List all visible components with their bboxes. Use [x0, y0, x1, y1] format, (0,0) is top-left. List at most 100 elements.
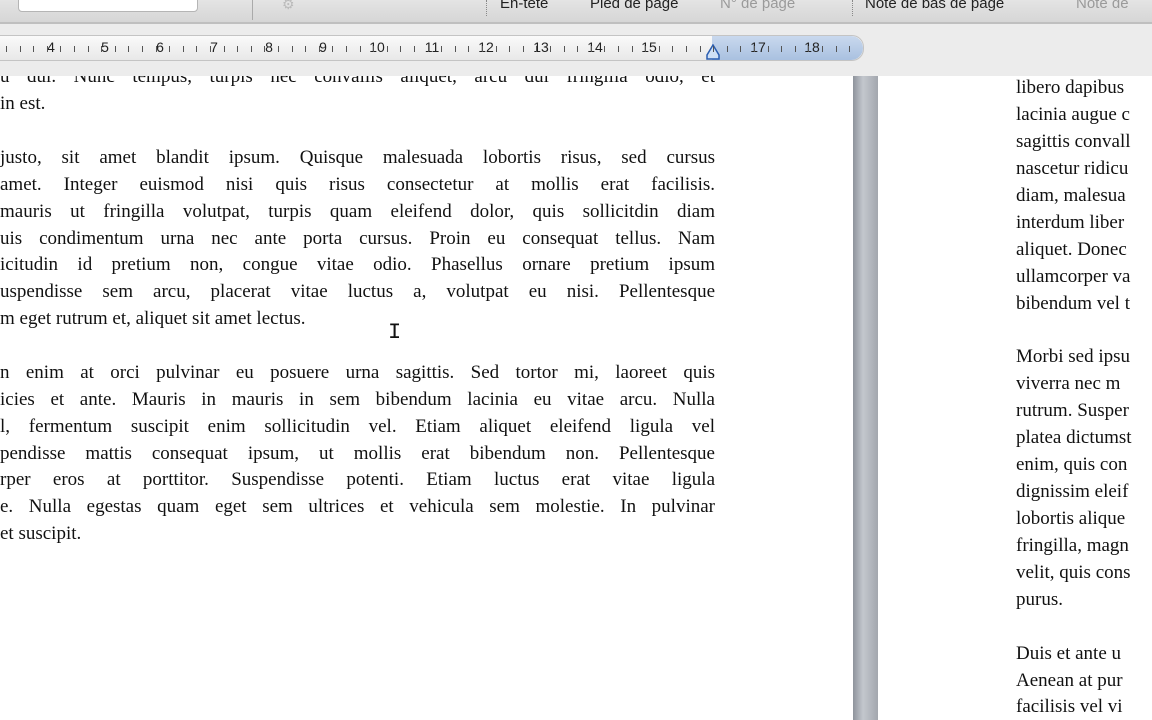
text-line: velit, quis cons	[1016, 562, 1131, 583]
ruler-tick	[781, 46, 783, 52]
ruler-tick	[631, 46, 633, 52]
ruler-tick	[495, 46, 497, 52]
ruler-tick	[318, 46, 320, 52]
ruler-tick	[19, 46, 21, 52]
ruler-tick	[346, 46, 347, 52]
ruler-tick	[74, 46, 75, 52]
footnote-button[interactable]: Note de bas de page	[865, 0, 1004, 12]
text-line: rutrum. Susper	[1016, 400, 1129, 421]
page-gap-scrollbar[interactable]	[853, 76, 878, 720]
ruler-tick	[101, 46, 103, 52]
ruler-number: 6	[156, 39, 164, 55]
header-button[interactable]: En-tête	[500, 0, 548, 12]
text-line: viverra nec m	[1016, 373, 1121, 394]
ruler-tick	[373, 46, 375, 52]
ruler-tick	[414, 46, 415, 52]
text-line: uspendisse sem arcu, placerat vitae luct…	[0, 281, 715, 302]
ruler-tick	[468, 46, 470, 52]
text-line: l, fermentum suscipit enim sollicitudin …	[0, 416, 715, 437]
toolbar-divider	[852, 0, 853, 16]
ruler-tick	[522, 46, 524, 52]
ruler-tick	[509, 46, 511, 52]
text-line: enim, quis con	[1016, 454, 1128, 475]
ruler-number: 12	[478, 39, 494, 55]
text-line: m eget rutrum et, aliquet sit amet lectu…	[0, 308, 306, 329]
ruler-tick	[441, 46, 443, 52]
toolbar-gear-icon[interactable]: ⚙	[282, 0, 308, 12]
ruler-tick	[454, 46, 456, 52]
ruler-tick	[427, 46, 429, 52]
ruler-number: 10	[369, 39, 385, 55]
toolbar-input-field[interactable]	[18, 0, 198, 12]
document-page-right[interactable]: libero dapibus lacinia augue c sagittis co…	[878, 76, 1152, 720]
ruler-margin-region	[712, 36, 863, 60]
text-line: dignissim eleif	[1016, 481, 1129, 502]
ruler-tick	[60, 46, 62, 52]
ruler-tick	[726, 46, 728, 52]
ruler-tick	[210, 46, 211, 52]
ruler-number: 14	[587, 39, 603, 55]
text-line: Aenean at pur	[1016, 669, 1123, 691]
ruler-tick	[482, 46, 483, 52]
ruler-tick	[332, 46, 334, 52]
ruler-tick	[278, 46, 279, 52]
ruler-tick	[6, 46, 7, 52]
text-line: bibendum vel t	[1016, 293, 1130, 314]
text-line: ullamcorper va	[1016, 266, 1131, 287]
text-line: Morbi sed ipsu	[1016, 346, 1130, 367]
text-line: uis condimentum urna nec ante porta curs…	[0, 228, 715, 249]
ruler-tick	[672, 46, 674, 52]
ruler-number: 4	[47, 39, 55, 55]
ruler-number: 5	[101, 39, 109, 55]
horizontal-ruler[interactable]: 4 5 6 7 8 9 10 11 12 13 14 15 17 18	[0, 35, 864, 61]
ruler-tick	[835, 46, 837, 52]
ruler-tick	[754, 46, 755, 52]
text-line: in est.	[0, 93, 46, 114]
text-line: Duis et ante u	[1016, 643, 1122, 664]
text-line: platea dictumst	[1016, 427, 1132, 448]
toolbar-divider	[252, 0, 253, 20]
text-line: icitudin id pretium non, congue vitae od…	[0, 254, 715, 275]
ruler-tick	[114, 46, 116, 52]
ruler-tick	[550, 46, 551, 52]
document-page-left[interactable]: u dui. Nunc tempus, turpis nec convallis…	[0, 76, 853, 720]
ribbon-toolbar: ⚙ En-tête Pied de page N° de page Note d…	[0, 0, 1152, 24]
ruler-tick	[128, 46, 130, 52]
ruler-tick	[536, 46, 538, 52]
text-line: interdum liber	[1016, 212, 1125, 233]
text-line: purus.	[1016, 589, 1063, 610]
ruler-tick	[182, 46, 184, 52]
text-line: diam, malesua	[1016, 185, 1126, 206]
ruler-tick	[808, 46, 810, 52]
ruler-tick	[699, 46, 701, 52]
ruler-tick	[767, 46, 769, 52]
text-line: facilisis vel vi	[1016, 696, 1123, 717]
text-line: n enim at orci pulvinar eu posuere urna …	[0, 362, 715, 383]
text-line: lacinia augue c	[1016, 104, 1130, 125]
ruler-tick	[237, 46, 239, 52]
ruler-tick	[142, 46, 143, 52]
endnote-button[interactable]: Note de	[1076, 0, 1129, 12]
ruler-tick	[604, 46, 606, 52]
ruler-tick	[46, 46, 48, 52]
ruler-tick	[658, 46, 660, 52]
ruler-tick	[740, 46, 742, 52]
ruler-tick	[264, 46, 266, 52]
ruler-number: 18	[804, 39, 820, 55]
ruler-tick	[305, 46, 307, 52]
text-line: sagittis convall	[1016, 131, 1131, 152]
text-line: u dui. Nunc tempus, turpis nec convallis…	[0, 76, 715, 87]
ruler-number: 8	[265, 39, 273, 55]
text-line: justo, sit amet blandit ipsum. Quisque m…	[0, 147, 715, 168]
ruler-tick	[577, 46, 579, 52]
text-line: e. Nulla egestas quam eget sem ultrices …	[0, 496, 715, 517]
ruler-tick	[223, 46, 225, 52]
ruler-tick	[645, 46, 647, 52]
ruler-number: 7	[210, 39, 218, 55]
page-number-button[interactable]: N° de page	[720, 0, 795, 12]
toolbar-divider	[486, 0, 487, 16]
text-line: aliquet. Donec	[1016, 239, 1127, 260]
ruler-number: 9	[319, 39, 327, 55]
ruler-tick	[386, 46, 388, 52]
footer-button[interactable]: Pied de page	[590, 0, 678, 12]
